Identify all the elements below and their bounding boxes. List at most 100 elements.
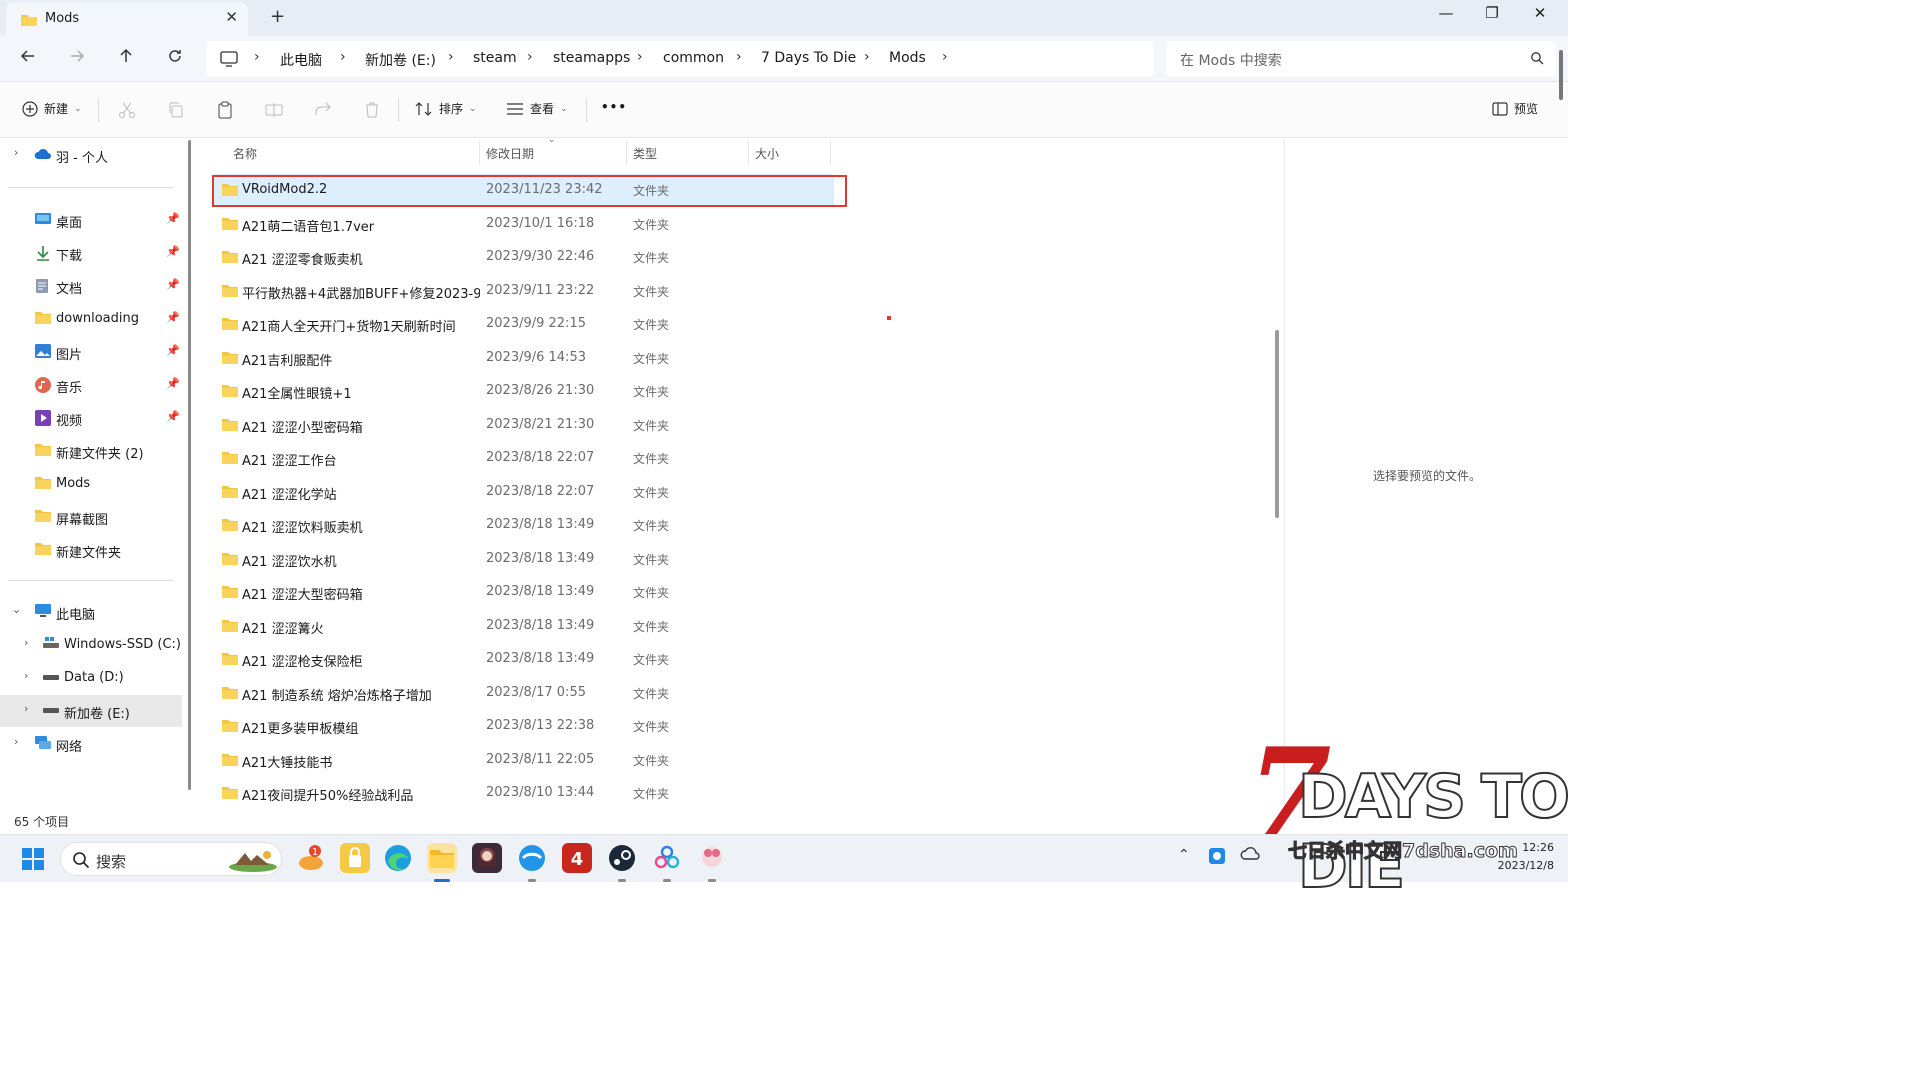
file-list-scrollbar[interactable] <box>1275 330 1279 518</box>
sort-button[interactable]: 排序 ⌄ <box>415 100 477 117</box>
taskbar-app-pinwheel[interactable] <box>652 843 682 873</box>
breadcrumb-mods[interactable]: Mods <box>889 50 926 66</box>
breadcrumb-steam[interactable]: steam <box>473 50 517 66</box>
sidebar-item-mods[interactable]: Mods <box>0 468 182 500</box>
file-row[interactable]: 平行散热器+4武器加BUFF+修复2023-9... 2023/9/11 23:2… <box>214 275 834 307</box>
file-row[interactable]: A21 涩涩篝火 2023/8/18 13:49 文件夹 <box>214 610 834 642</box>
refresh-button[interactable] <box>161 45 189 73</box>
more-options-button[interactable]: ••• <box>601 100 627 114</box>
breadcrumb-drive-e[interactable]: 新加卷 (E:) <box>365 50 436 70</box>
taskbar-app-game[interactable] <box>472 843 502 873</box>
file-row[interactable]: A21 涩涩小型密码箱 2023/8/21 21:30 文件夹 <box>214 409 834 441</box>
file-row[interactable]: A21 涩涩工作台 2023/8/18 22:07 文件夹 <box>214 442 834 474</box>
file-row[interactable]: A21萌二语音包1.7ver 2023/10/1 16:18 文件夹 <box>214 208 834 240</box>
file-row[interactable]: A21 涩涩化学站 2023/8/18 22:07 文件夹 <box>214 476 834 508</box>
share-button[interactable] <box>313 100 333 120</box>
sidebar-item-desktop[interactable]: 桌面 📌 <box>0 204 182 236</box>
file-row[interactable]: A21 涩涩枪支保险柜 2023/8/18 13:49 文件夹 <box>214 643 834 675</box>
file-row[interactable]: A21 制造系统 熔炉冶炼格子增加 2023/8/17 0:55 文件夹 <box>214 677 834 709</box>
breadcrumb-7-days-to-die[interactable]: 7 Days To Die <box>761 50 856 66</box>
copy-button[interactable] <box>166 100 186 120</box>
close-tab-icon[interactable]: ✕ <box>225 8 238 26</box>
chevron-right-icon[interactable]: › <box>340 49 346 65</box>
column-header-size[interactable]: 大小 <box>755 145 779 162</box>
file-row[interactable]: A21夜间提升50%经验战利品 2023/8/10 13:44 文件夹 <box>214 777 834 809</box>
restore-button[interactable]: ❐ <box>1470 4 1514 22</box>
chevron-right-icon[interactable]: › <box>527 49 533 65</box>
file-row[interactable]: A21商人全天开门+货物1天刷新时间 2023/9/9 22:15 文件夹 <box>214 308 834 340</box>
column-header-type[interactable]: 类型 <box>633 145 657 162</box>
taskbar-app-character[interactable] <box>697 843 727 873</box>
view-button[interactable]: 查看 ⌄ <box>506 100 568 117</box>
sidebar-item-downloading[interactable]: downloading 📌 <box>0 303 182 335</box>
chevron-right-icon[interactable]: › <box>24 636 28 649</box>
file-row[interactable]: A21全属性眼镜+1 2023/8/26 21:30 文件夹 <box>214 375 834 407</box>
up-button[interactable] <box>112 45 140 73</box>
breadcrumb-common[interactable]: common <box>663 50 724 66</box>
search-icon[interactable] <box>1530 51 1544 69</box>
address-bar[interactable]: › 此电脑 › 新加卷 (E:) › steam › steamapps › c… <box>206 41 1154 77</box>
pin-icon[interactable]: 📌 <box>166 410 180 423</box>
chevron-right-icon[interactable]: › <box>14 146 18 159</box>
sidebar-item-new-folder-2[interactable]: 新建文件夹 (2) <box>0 435 182 467</box>
column-divider[interactable] <box>479 141 480 165</box>
column-divider[interactable] <box>626 141 627 165</box>
sidebar-item-documents[interactable]: 文档 📌 <box>0 270 182 302</box>
column-header-date[interactable]: 修改日期 <box>486 145 534 162</box>
taskbar-app-steam[interactable] <box>607 843 637 873</box>
start-button[interactable] <box>22 848 44 874</box>
pin-icon[interactable]: 📌 <box>166 212 180 225</box>
chevron-right-icon[interactable]: › <box>864 49 870 65</box>
file-row[interactable]: A21 涩涩大型密码箱 2023/8/18 13:49 文件夹 <box>214 576 834 608</box>
paste-button[interactable] <box>215 100 235 120</box>
tray-app-icon[interactable] <box>1208 847 1226 869</box>
sidebar-item-this-pc[interactable]: ⌄ 此电脑 <box>0 596 182 628</box>
column-divider[interactable] <box>748 141 749 165</box>
chevron-right-icon[interactable]: › <box>24 702 28 715</box>
back-button[interactable] <box>14 45 42 73</box>
pin-icon[interactable]: 📌 <box>166 311 180 324</box>
breadcrumb-this-pc[interactable]: 此电脑 <box>280 50 322 70</box>
sidebar-item-pictures[interactable]: 图片 📌 <box>0 336 182 368</box>
rename-button[interactable] <box>264 100 284 120</box>
pin-icon[interactable]: 📌 <box>166 377 180 390</box>
pin-icon[interactable]: 📌 <box>166 344 180 357</box>
chevron-up-icon[interactable]: ⌃ <box>1178 847 1190 863</box>
chevron-down-icon[interactable]: ⌄ <box>12 603 21 616</box>
sidebar-scrollbar[interactable] <box>188 140 191 790</box>
chevron-right-icon[interactable]: › <box>942 49 948 65</box>
chevron-right-icon[interactable]: › <box>14 735 18 748</box>
sidebar-item-music[interactable]: 音乐 📌 <box>0 369 182 401</box>
monitor-icon[interactable] <box>220 51 238 71</box>
sidebar-item-network[interactable]: › 网络 <box>0 728 182 760</box>
sidebar-item-videos[interactable]: 视频 📌 <box>0 402 182 434</box>
pin-icon[interactable]: 📌 <box>166 278 180 291</box>
taskbar-search-box[interactable]: 搜索 <box>60 842 282 876</box>
taskbar-app-edge[interactable] <box>383 843 413 873</box>
file-row[interactable]: A21 涩涩饮水机 2023/8/18 13:49 文件夹 <box>214 543 834 575</box>
file-row[interactable]: A21 涩涩饮料贩卖机 2023/8/18 13:49 文件夹 <box>214 509 834 541</box>
chevron-right-icon[interactable]: › <box>24 669 28 682</box>
search-input[interactable]: 在 Mods 中搜索 <box>1166 41 1556 77</box>
file-row[interactable]: A21吉利服配件 2023/9/6 14:53 文件夹 <box>214 342 834 374</box>
taskbar-app-widgets[interactable]: 1 <box>296 843 326 873</box>
new-tab-button[interactable]: + <box>270 6 285 27</box>
taskbar-app-game-4[interactable]: 4 <box>562 843 592 873</box>
sidebar-item-onedrive[interactable]: › 羽 - 个人 <box>0 139 182 171</box>
sidebar-item-drive-e[interactable]: › 新加卷 (E:) <box>0 695 182 727</box>
pin-icon[interactable]: 📌 <box>166 245 180 258</box>
sidebar-item-drive-c[interactable]: › Windows-SSD (C:) <box>0 629 182 661</box>
taskbar-app-store[interactable] <box>340 843 370 873</box>
column-header-name[interactable]: 名称 <box>233 145 257 162</box>
breadcrumb-steamapps[interactable]: steamapps <box>553 50 630 66</box>
file-row[interactable]: A21 涩涩零食贩卖机 2023/9/30 22:46 文件夹 <box>214 241 834 273</box>
delete-button[interactable] <box>362 100 382 120</box>
sidebar-item-drive-d[interactable]: › Data (D:) <box>0 662 182 694</box>
new-button[interactable]: 新建 ⌄ <box>22 100 82 117</box>
forward-button[interactable] <box>63 45 91 73</box>
taskbar-app-browser[interactable] <box>517 843 547 873</box>
column-divider[interactable] <box>830 141 831 165</box>
taskbar-app-file-explorer[interactable] <box>427 843 457 873</box>
file-row[interactable]: A21更多装甲板模组 2023/8/13 22:38 文件夹 <box>214 710 834 742</box>
chevron-right-icon[interactable]: › <box>736 49 742 65</box>
